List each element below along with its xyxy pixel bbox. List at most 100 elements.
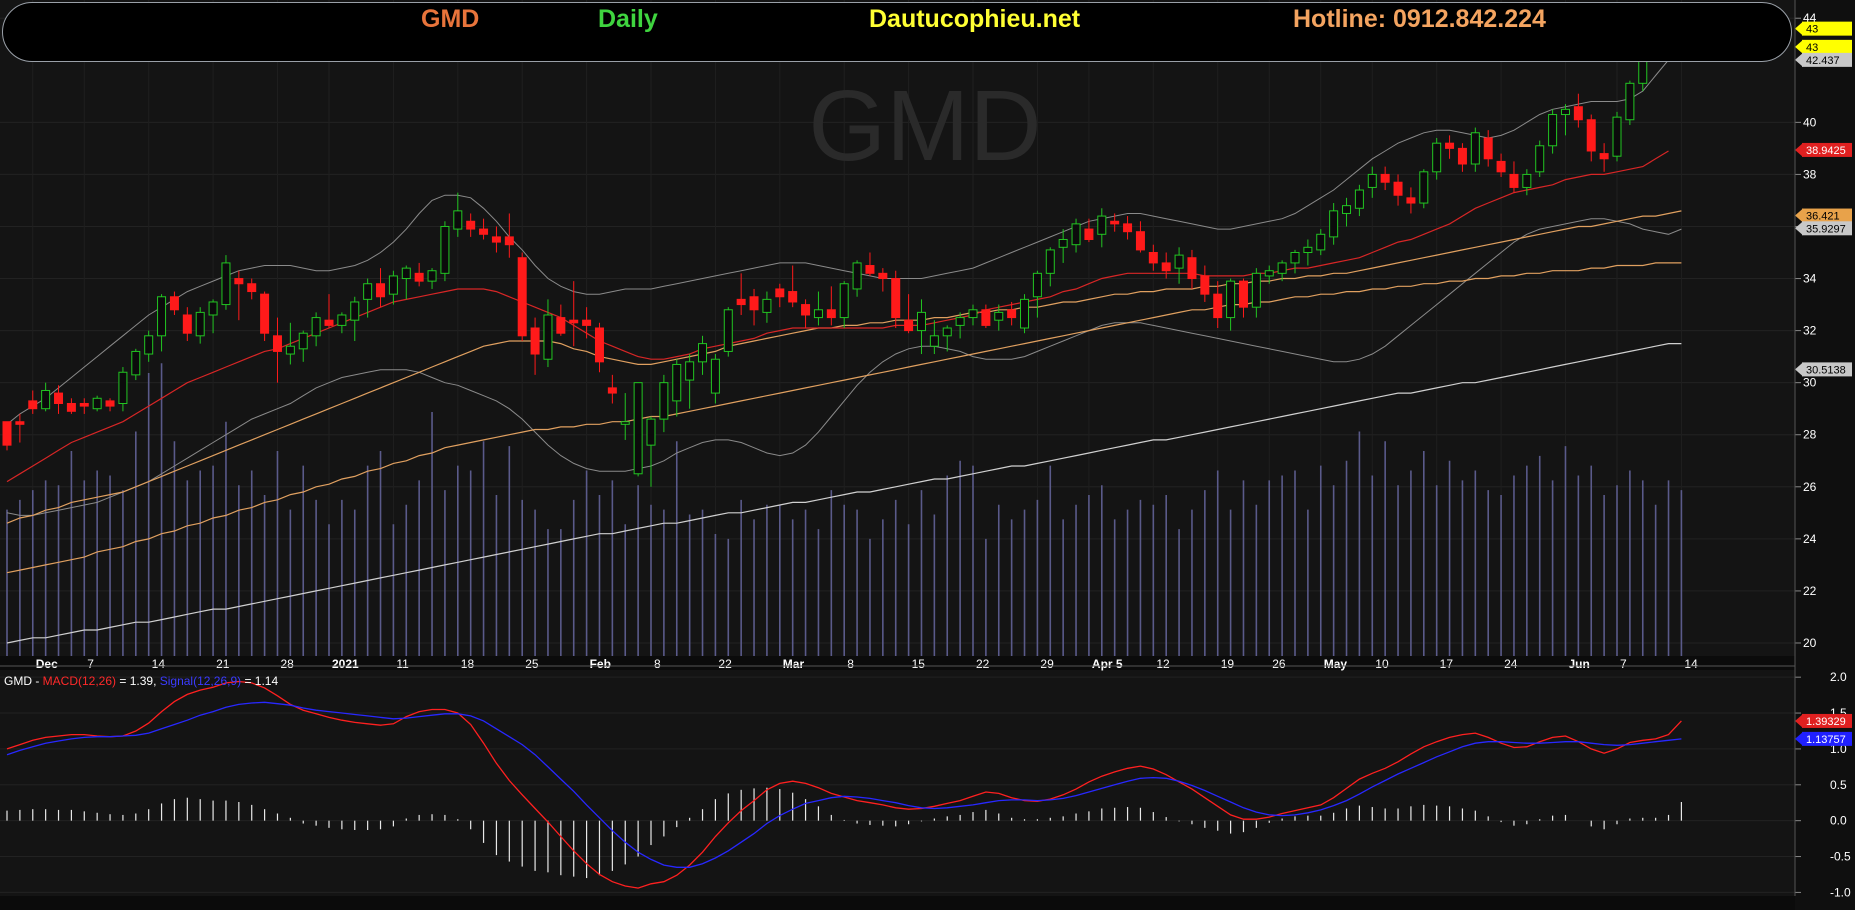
candle-up (144, 335, 154, 355)
candle-down (569, 319, 579, 324)
candle-down (491, 236, 501, 243)
candle-down (878, 272, 888, 280)
date-tick-label: 14 (1684, 657, 1698, 671)
candle-down (1238, 280, 1248, 308)
candle-up (453, 210, 463, 230)
date-axis-strip (0, 656, 1795, 670)
candle-down (1380, 173, 1390, 183)
candle-down (1110, 220, 1120, 225)
macd-tick-label: 2.0 (1830, 670, 1847, 684)
candle-up (208, 301, 218, 316)
date-tick-label: 28 (280, 657, 294, 671)
date-tick-label: 14 (152, 657, 166, 671)
candle-up (388, 275, 398, 295)
price-marker-label: 36.421 (1806, 211, 1840, 223)
macd-legend-macd-label: MACD(12,26) (42, 674, 117, 688)
candle-up (1342, 205, 1352, 214)
candle-down (1161, 262, 1171, 272)
candle-up (994, 311, 1004, 321)
candle-up (1419, 171, 1429, 204)
macd-marker-label: 1.13757 (1806, 734, 1846, 746)
candle-up (942, 327, 952, 337)
candle-up (1367, 173, 1377, 188)
macd-legend-signal-value: = 1.14 (241, 674, 279, 688)
banner-symbol: GMD (421, 5, 480, 33)
candle-up (427, 270, 437, 282)
candle-up (839, 283, 849, 319)
candle-down (272, 335, 282, 352)
candle-up (1303, 246, 1313, 254)
candle-up (1020, 298, 1030, 329)
candle-up (311, 317, 321, 337)
candle-up (1329, 210, 1339, 238)
candle-up (118, 371, 128, 404)
date-tick-label: 21 (216, 657, 230, 671)
candle-up (710, 358, 720, 394)
date-tick-label: 22 (976, 657, 990, 671)
candle-down (1573, 106, 1583, 121)
date-tick-label: 7 (1620, 657, 1627, 671)
candle-down (749, 296, 759, 311)
price-marker-label: 42.437 (1806, 55, 1840, 67)
candle-down (376, 283, 386, 298)
macd-tick-label: -1.0 (1830, 885, 1851, 899)
candle-down (66, 402, 76, 412)
candle-up (131, 350, 141, 376)
candle-down (1200, 275, 1210, 295)
candle-down (517, 257, 527, 337)
date-tick-label: Dec (36, 657, 58, 671)
date-tick-label: Mar (783, 657, 805, 671)
candle-down (1393, 181, 1403, 196)
banner-period: Daily (598, 5, 658, 33)
candle-up (1251, 272, 1261, 308)
candle-up (852, 262, 862, 290)
price-marker-label: 35.9297 (1806, 223, 1846, 235)
candle-down (736, 298, 746, 306)
candle-up (1097, 215, 1107, 235)
candle-down (1509, 173, 1519, 188)
candle-up (1522, 173, 1532, 188)
date-tick-label: 8 (847, 657, 854, 671)
macd-legend: GMD - MACD(12,26) = 1.39, Signal(12,26,9… (4, 674, 278, 688)
candle-up (813, 309, 823, 319)
date-tick-label: Feb (590, 657, 611, 671)
candle-up (157, 296, 167, 337)
date-tick-label: 11 (396, 657, 409, 671)
date-tick-label: 26 (1272, 657, 1286, 671)
candle-down (801, 304, 811, 316)
date-tick-label: 24 (1504, 657, 1518, 671)
date-tick-label: May (1324, 657, 1348, 671)
candle-up (1560, 108, 1570, 116)
banner-site: Dautucophieu.net (869, 5, 1081, 33)
candle-up (672, 363, 682, 402)
candle-down (530, 327, 540, 355)
candle-down (15, 421, 25, 425)
macd-tick-label: -0.5 (1830, 850, 1851, 864)
price-marker-label: 38.9425 (1806, 145, 1846, 157)
candle-down (234, 278, 244, 285)
date-tick-label: 25 (525, 657, 539, 671)
candle-down (504, 236, 514, 246)
date-axis: Dec 7 14 21 28 2021 11 18 25 Feb 8 22 Mar 8 15 22 29 Apr … (0, 656, 1795, 671)
candle-down (28, 400, 38, 410)
candle-up (916, 311, 926, 332)
candle-up (1316, 233, 1326, 251)
candle-down (182, 314, 192, 334)
candle-down (1483, 137, 1493, 160)
price-tick-label: 20 (1803, 636, 1817, 650)
watermark-symbol: GMD (808, 70, 1041, 182)
candle-down (1135, 231, 1145, 251)
date-tick-label: Apr 5 (1092, 657, 1123, 671)
candle-up (646, 418, 656, 446)
date-tick-label: 10 (1375, 657, 1389, 671)
macd-marker-label: 1.39329 (1806, 716, 1846, 728)
candle-up (221, 262, 231, 306)
candle-down (1406, 197, 1416, 204)
price-marker-label: 43 (1806, 24, 1818, 36)
candle-up (698, 343, 708, 363)
date-tick-label: 2021 (332, 657, 359, 671)
candle-up (1032, 272, 1042, 298)
candle-up (1264, 270, 1274, 277)
candle-down (105, 400, 115, 407)
macd-tick-label: 0.0 (1830, 814, 1847, 828)
